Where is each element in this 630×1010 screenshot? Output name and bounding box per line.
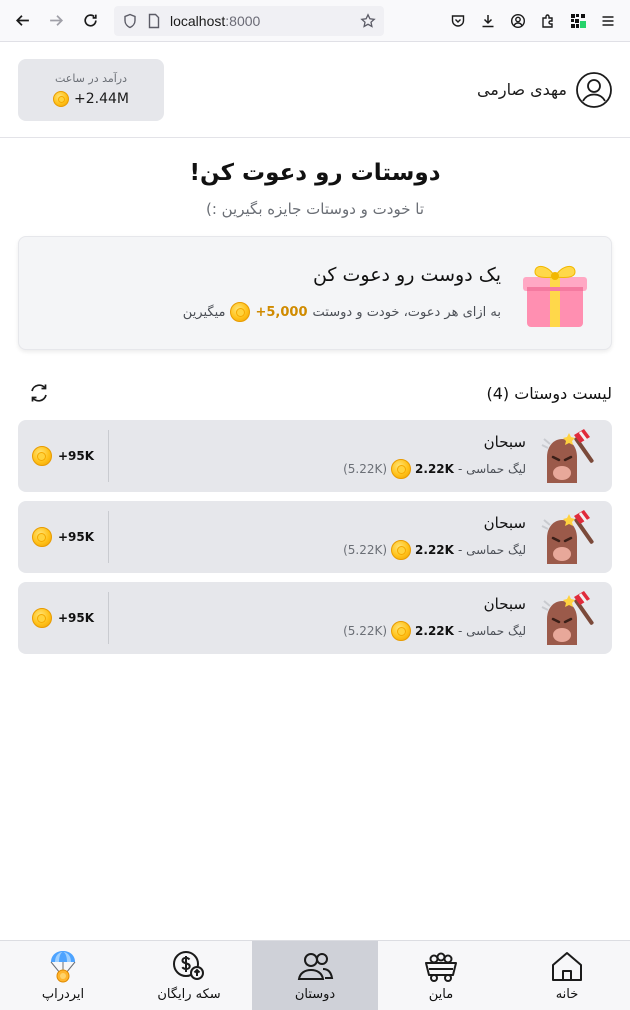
income-value: +2.44M [74,91,129,107]
friend-avatar-icon [541,429,594,483]
airdrop-parachute-icon [50,951,76,983]
bookmark-star-icon[interactable] [360,12,376,29]
friend-name: سبحان [483,433,526,451]
menu-icon[interactable] [594,7,622,35]
url-text[interactable]: localhost:8000 [170,13,352,29]
friend-league: لیگ حماسی - [457,462,526,476]
friend-meta: لیگ حماسی - 2.22K (5.22K) [109,459,526,479]
friend-reward-value: +95K [57,449,95,463]
app-header: درآمد در ساعت +2.44M مهدی صارمی [0,42,630,138]
user-profile[interactable]: مهدی صارمی [477,71,613,109]
friend-reward: +95K [18,608,108,628]
invite-desc-prefix: به ازای هر دعوت، خودت و دوستت [312,304,502,320]
friend-sub-amount: (5.22K) [343,462,388,476]
page-icon [146,13,162,29]
friend-reward: +95K [18,446,108,466]
invite-text: یک دوست رو دعوت کن به ازای هر دعوت، خودت… [183,264,501,322]
friend-name: سبحان [483,595,526,613]
gift-icon [523,265,587,327]
user-avatar-icon[interactable] [575,71,613,109]
mine-cart-icon [425,952,457,982]
friend-row[interactable]: سبحان لیگ حماسی - 2.22K (5.22K) +95K [18,420,612,492]
friend-sub-amount: (5.22K) [343,624,388,638]
nav-airdrop[interactable]: ایردراپ [0,941,126,1010]
invite-description: به ازای هر دعوت، خودت و دوستت +5,000 میگ… [183,302,501,322]
nav-mine-label: ماین [428,987,454,1002]
friend-league: لیگ حماسی - [457,624,526,638]
nav-friends-label: دوستان [294,987,336,1002]
friend-avatar-icon [541,510,594,564]
income-label: درآمد در ساعت [54,72,128,85]
forward-icon[interactable] [42,7,70,35]
nav-airdrop-label: ایردراپ [41,987,85,1002]
account-icon[interactable] [504,7,532,35]
friend-reward: +95K [18,527,108,547]
friend-sub-amount: (5.22K) [343,543,388,557]
friend-reward-value: +95K [57,530,95,544]
friend-avatar-icon [541,591,594,645]
coin-icon [31,446,52,466]
friend-info: سبحان لیگ حماسی - 2.22K (5.22K) [109,595,526,641]
nav-friends[interactable]: دوستان [252,941,378,1010]
friend-info: سبحان لیگ حماسی - 2.22K (5.22K) [109,514,526,560]
home-icon [552,952,582,981]
nav-mine[interactable]: ماین [378,941,504,1010]
friend-row[interactable]: سبحان لیگ حماسی - 2.22K (5.22K) +95K [18,501,612,573]
friend-info: سبحان لیگ حماسی - 2.22K (5.22K) [109,433,526,479]
invite-desc-suffix: میگیرین [182,304,226,320]
back-icon[interactable] [8,7,36,35]
nav-free-coin[interactable]: سکه رایگان [126,941,252,1010]
main-content: دوستات رو دعوت کن! تا خودت و دوستات جایز… [0,160,630,654]
coin-icon [391,621,412,641]
invite-friend-card[interactable]: یک دوست رو دعوت کن به ازای هر دعوت، خودت… [18,236,612,350]
nav-home[interactable]: خانه [504,941,630,1010]
refresh-icon[interactable] [28,382,50,404]
user-name: مهدی صارمی [476,80,567,99]
divider [108,511,109,563]
page-subtitle: تا خودت و دوستات جایزه بگیرین :) [205,200,425,218]
browser-toolbar: localhost:8000 [0,0,630,42]
nav-free-coin-label: سکه رایگان [157,987,221,1002]
income-value-row: +2.44M [53,91,129,107]
friend-amount: 2.22K [415,624,454,638]
bottom-nav: خانه ماین دوستان سکه رایگان ایردراپ [0,940,630,1010]
download-icon[interactable] [474,7,502,35]
friends-list-header: لیست دوستات (4) [18,382,612,404]
coin-icon [31,527,52,547]
coin-icon [230,302,251,322]
friend-row[interactable]: سبحان لیگ حماسی - 2.22K (5.22K) +95K [18,582,612,654]
qr-extension-icon[interactable] [564,7,592,35]
dollar-coin-icon [173,951,204,980]
extensions-icon[interactable] [534,7,562,35]
shield-icon[interactable] [122,13,138,29]
friend-meta: لیگ حماسی - 2.22K (5.22K) [109,540,526,560]
divider [108,430,109,482]
reload-icon[interactable] [76,7,104,35]
coin-icon [53,91,69,107]
url-bar[interactable]: localhost:8000 [114,5,384,36]
invite-bonus: +5,000 [255,304,308,320]
coin-icon [31,608,52,628]
friend-reward-value: +95K [57,611,95,625]
hourly-income-card: درآمد در ساعت +2.44M [18,58,164,121]
pocket-icon[interactable] [444,7,472,35]
page-title: دوستات رو دعوت کن! [189,160,441,186]
friend-amount: 2.22K [415,462,454,476]
friends-icon [297,953,334,980]
coin-icon [391,540,412,560]
friend-league: لیگ حماسی - [457,543,526,557]
friend-meta: لیگ حماسی - 2.22K (5.22K) [109,621,526,641]
friends-list: سبحان لیگ حماسی - 2.22K (5.22K) +95K سبح… [18,420,612,654]
friend-amount: 2.22K [415,543,454,557]
invite-title: یک دوست رو دعوت کن [312,264,501,286]
friends-list-title: لیست دوستات (4) [486,383,612,403]
nav-home-label: خانه [555,987,579,1002]
divider [108,592,109,644]
coin-icon [391,459,412,479]
friend-name: سبحان [483,514,526,532]
